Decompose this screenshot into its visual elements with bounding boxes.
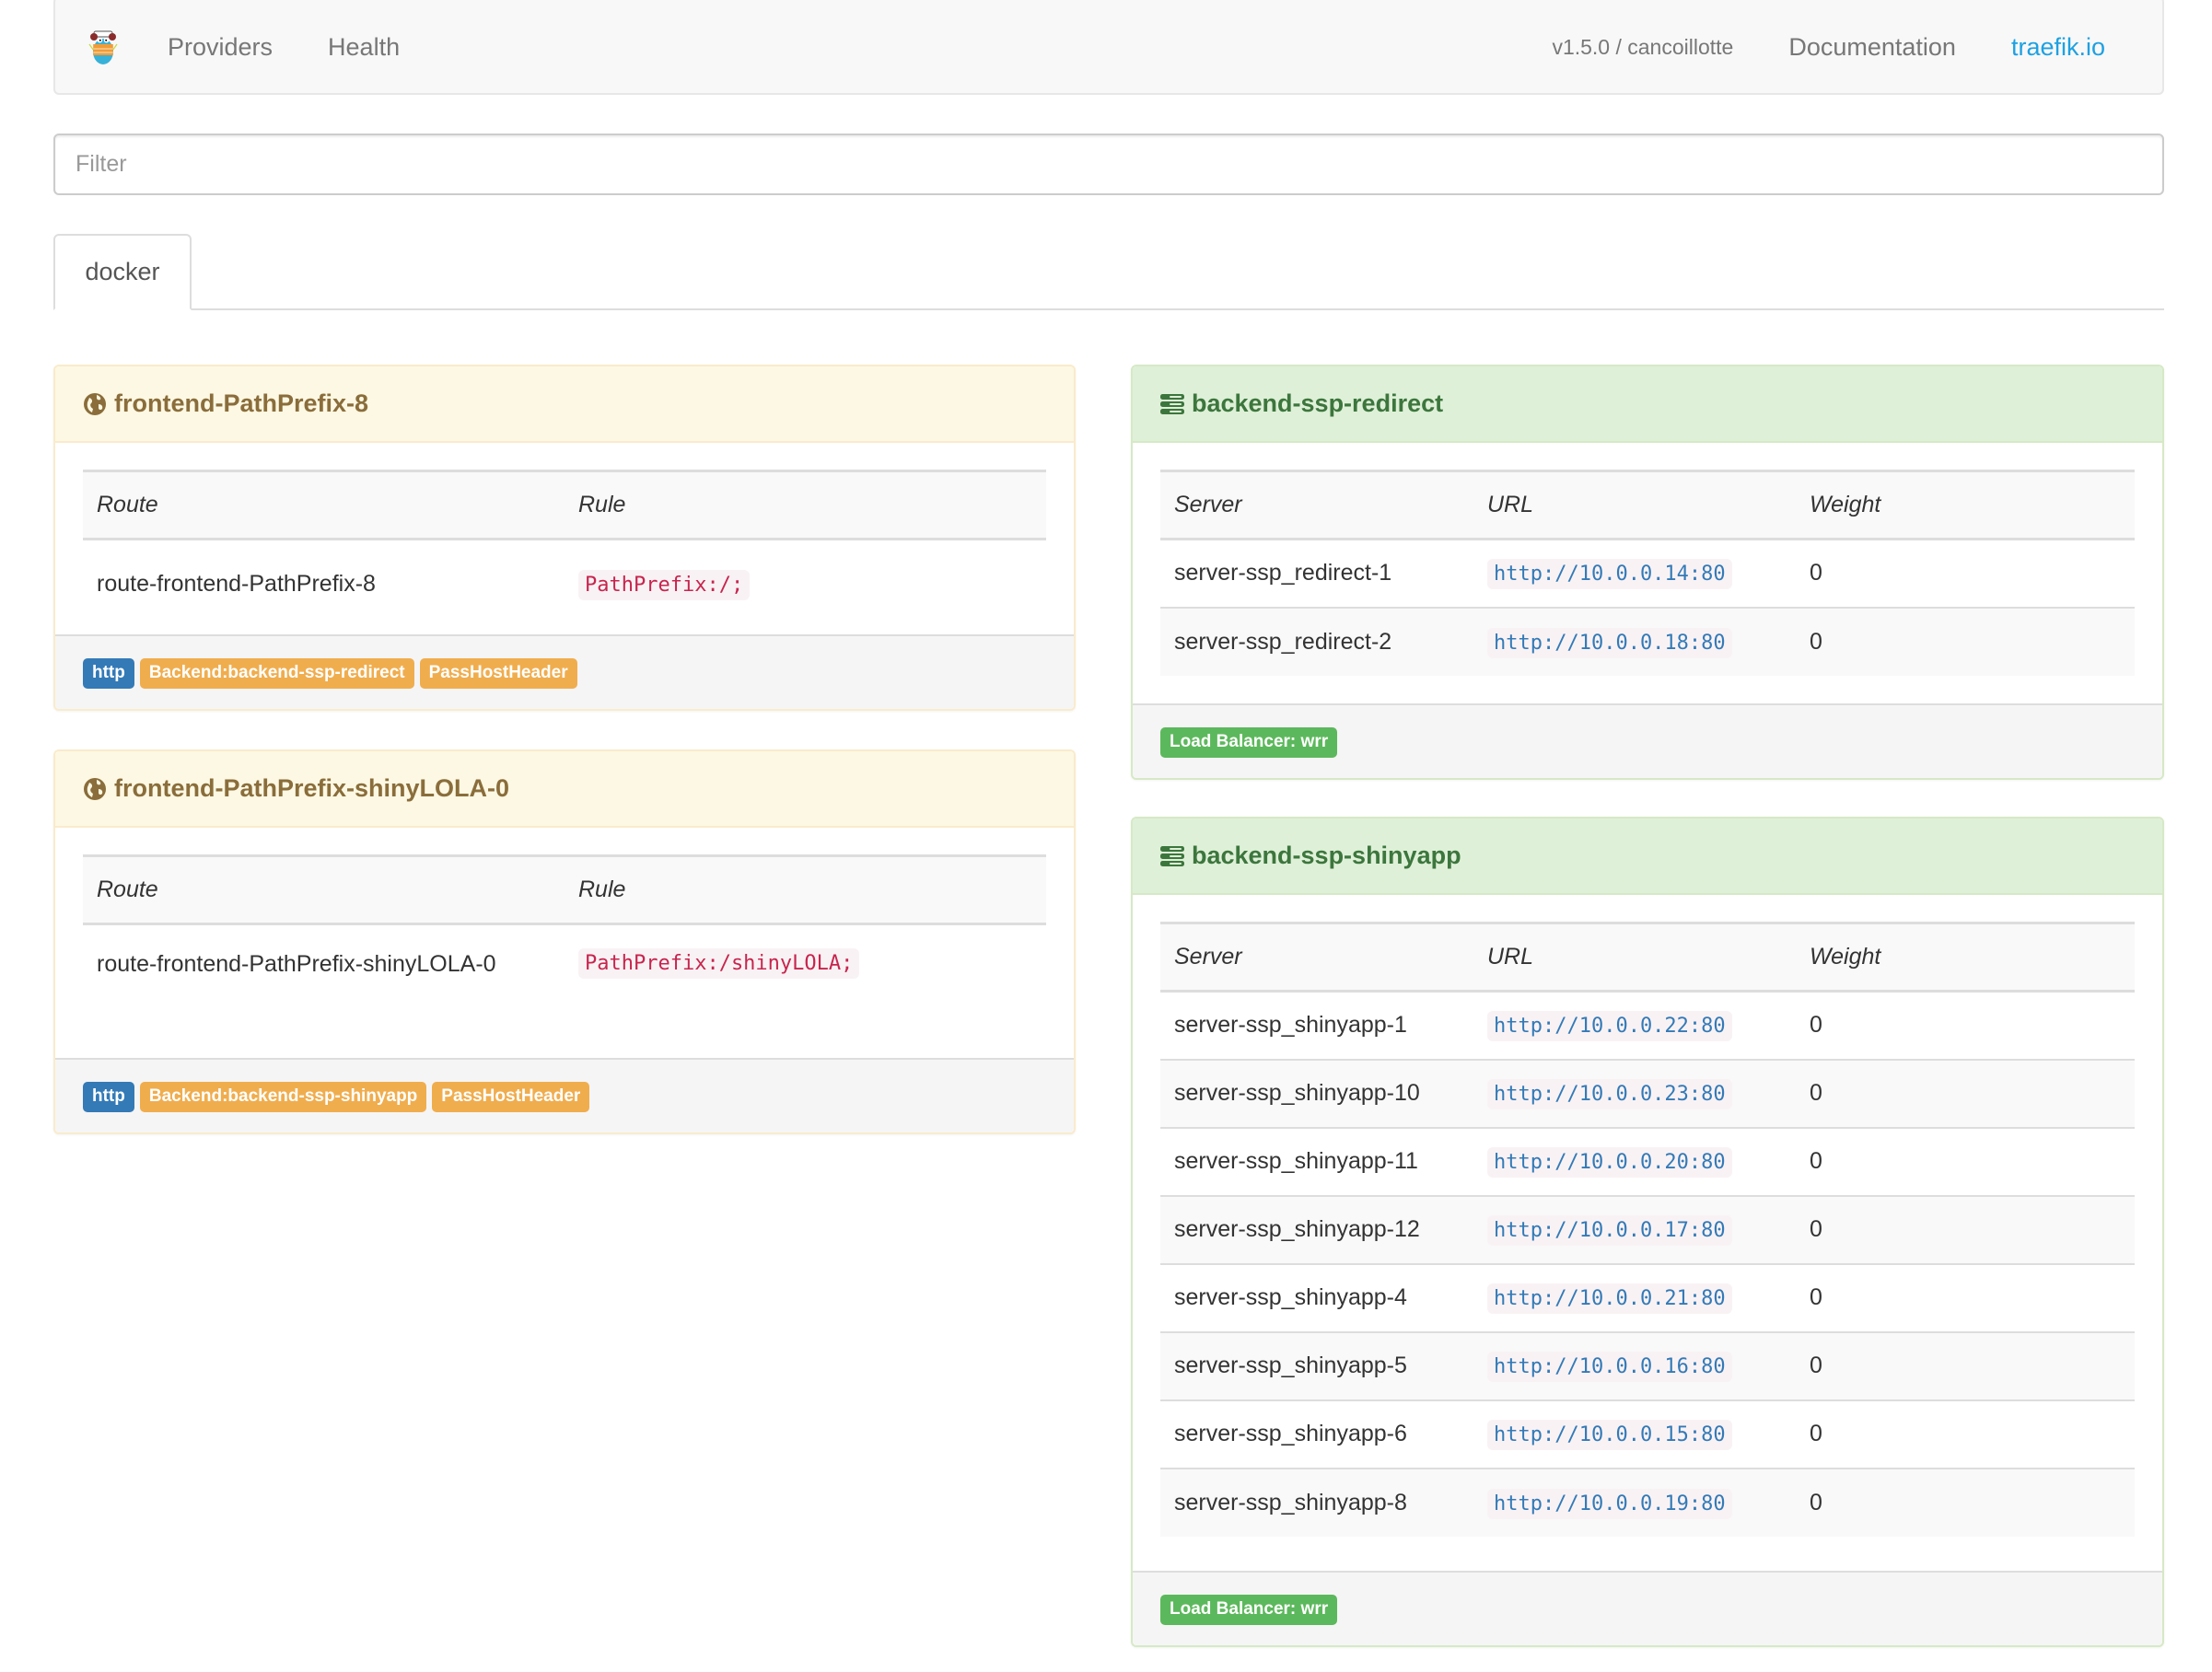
server-name: server-ssp_shinyapp-1: [1174, 1012, 1407, 1039]
server-weight: 0: [1796, 606, 2135, 676]
backend-panel-heading: backend-ssp-shinyapp: [1133, 819, 2162, 895]
server-weight: 0: [1796, 1126, 2135, 1196]
nav-providers-link[interactable]: Providers: [168, 33, 273, 62]
route-cell: route-frontend-PathPrefix-shinyLOLA-0: [97, 951, 496, 977]
server-name: server-ssp_shinyapp-12: [1160, 1194, 1473, 1264]
server-name: server-ssp_redirect-1: [1174, 560, 1392, 586]
server-url: http://10.0.0.22:80: [1487, 1011, 1732, 1042]
column-header-weight: Weight: [1796, 470, 2135, 540]
rule-code: PathPrefix:/shinyLOLA;: [578, 948, 860, 979]
column-header-weight: Weight: [1796, 922, 2135, 993]
version-text: v1.5.0 / cancoillotte: [1552, 35, 1734, 59]
backend-panel: backend-ssp-redirect Server URL Weight s…: [1131, 365, 2164, 780]
frontend-name: frontend-PathPrefix-8: [114, 389, 369, 417]
server-name: server-ssp_shinyapp-5: [1160, 1330, 1473, 1400]
column-header-server: Server: [1160, 922, 1473, 993]
column-header-route: Route: [83, 470, 565, 540]
server-name: server-ssp_redirect-2: [1160, 606, 1473, 676]
filter-input[interactable]: [53, 134, 2164, 195]
frontend-panel-footer: http Backend:backend-ssp-redirect PassHo…: [55, 634, 1074, 709]
column-header-rule: Rule: [565, 470, 1046, 540]
table-row: server-ssp_shinyapp-10 http://10.0.0.23:…: [1160, 1058, 2135, 1128]
traefik-site-link[interactable]: traefik.io: [2011, 33, 2105, 62]
nav-health-link[interactable]: Health: [328, 33, 400, 62]
globe-icon: [83, 777, 107, 801]
backend-panel-heading: backend-ssp-redirect: [1133, 366, 2162, 443]
column-header-server: Server: [1160, 470, 1473, 540]
server-weight: 0: [1796, 1330, 2135, 1400]
server-url: http://10.0.0.19:80: [1487, 1488, 1732, 1519]
badge-backend: Backend:backend-ssp-shinyapp: [139, 1081, 427, 1113]
navbar: Providers Health v1.5.0 / cancoillotte D…: [53, 0, 2164, 95]
badge-backend: Backend:backend-ssp-redirect: [139, 657, 414, 690]
server-weight: 0: [1796, 1194, 2135, 1264]
routes-table: Route Rule route-frontend-PathPrefix-8 P…: [83, 470, 1046, 628]
server-icon: [1160, 392, 1184, 416]
table-row: server-ssp_shinyapp-12 http://10.0.0.17:…: [1160, 1194, 2135, 1264]
table-row: server-ssp_shinyapp-1 http://10.0.0.22:8…: [1160, 992, 2135, 1060]
table-row: server-ssp_shinyapp-6 http://10.0.0.15:8…: [1160, 1399, 2135, 1469]
tab-docker[interactable]: docker: [53, 234, 192, 310]
frontend-panel-heading: frontend-PathPrefix-shinyLOLA-0: [55, 751, 1074, 828]
server-name: server-ssp_shinyapp-6: [1160, 1399, 1473, 1469]
backend-name: backend-ssp-redirect: [1192, 389, 1444, 417]
badge-passhostheader: PassHostHeader: [432, 1081, 590, 1113]
server-name: server-ssp_shinyapp-11: [1160, 1126, 1473, 1196]
servers-table: Server URL Weight server-ssp_shinyapp-1 …: [1160, 922, 2135, 1537]
server-weight: 0: [1810, 1012, 1822, 1039]
servers-table: Server URL Weight server-ssp_redirect-1 …: [1160, 470, 2135, 676]
route-cell: route-frontend-PathPrefix-8: [97, 570, 376, 597]
server-url: http://10.0.0.16:80: [1487, 1352, 1732, 1382]
server-icon: [1160, 844, 1184, 868]
badge-passhostheader: PassHostHeader: [419, 657, 577, 690]
server-name: server-ssp_shinyapp-8: [1160, 1467, 1473, 1537]
traefik-logo-icon[interactable]: [85, 29, 122, 66]
provider-tabs: docker: [53, 234, 2164, 310]
frontend-panel-footer: http Backend:backend-ssp-shinyapp PassHo…: [55, 1058, 1074, 1132]
table-row: server-ssp_shinyapp-11 http://10.0.0.20:…: [1160, 1126, 2135, 1196]
table-row: server-ssp_redirect-2 http://10.0.0.18:8…: [1160, 606, 2135, 676]
routes-table: Route Rule route-frontend-PathPrefix-shi…: [83, 854, 1046, 1051]
badge-entrypoint: http: [83, 657, 134, 690]
globe-icon: [83, 392, 107, 416]
table-row: server-ssp_redirect-1 http://10.0.0.14:8…: [1160, 540, 2135, 608]
server-weight: 0: [1796, 1399, 2135, 1469]
server-url: http://10.0.0.18:80: [1487, 627, 1732, 658]
server-url: http://10.0.0.17:80: [1487, 1215, 1732, 1246]
table-row: route-frontend-PathPrefix-shinyLOLA-0 Pa…: [83, 924, 1046, 1051]
server-weight: 0: [1796, 1467, 2135, 1537]
server-name: server-ssp_shinyapp-10: [1160, 1058, 1473, 1128]
rule-code: PathPrefix:/;: [578, 569, 751, 600]
server-name: server-ssp_shinyapp-4: [1160, 1262, 1473, 1332]
server-weight: 0: [1796, 1262, 2135, 1332]
frontend-panel: frontend-PathPrefix-8 Route Rule route-f…: [53, 365, 1076, 711]
server-url: http://10.0.0.20:80: [1487, 1147, 1732, 1178]
frontend-name: frontend-PathPrefix-shinyLOLA-0: [114, 774, 510, 802]
backend-panel-footer: Load Balancer: wrr: [1133, 703, 2162, 778]
server-weight: 0: [1796, 1058, 2135, 1128]
badge-load-balancer: Load Balancer: wrr: [1160, 726, 1338, 759]
table-row: server-ssp_shinyapp-4 http://10.0.0.21:8…: [1160, 1262, 2135, 1332]
badge-load-balancer: Load Balancer: wrr: [1160, 1594, 1338, 1626]
badge-entrypoint: http: [83, 1081, 134, 1113]
documentation-link[interactable]: Documentation: [1788, 33, 1956, 62]
table-row: server-ssp_shinyapp-5 http://10.0.0.16:8…: [1160, 1330, 2135, 1400]
server-weight: 0: [1810, 560, 1822, 586]
column-header-route: Route: [83, 854, 565, 925]
server-url: http://10.0.0.23:80: [1487, 1079, 1732, 1109]
table-row: server-ssp_shinyapp-8 http://10.0.0.19:8…: [1160, 1467, 2135, 1537]
column-header-rule: Rule: [565, 854, 1046, 925]
server-url: http://10.0.0.21:80: [1487, 1283, 1732, 1314]
frontend-panel: frontend-PathPrefix-shinyLOLA-0 Route Ru…: [53, 749, 1076, 1134]
backend-panel: backend-ssp-shinyapp Server URL Weight s…: [1131, 817, 2164, 1647]
backend-panel-footer: Load Balancer: wrr: [1133, 1571, 2162, 1645]
frontend-panel-heading: frontend-PathPrefix-8: [55, 366, 1074, 443]
server-url: http://10.0.0.14:80: [1487, 559, 1732, 590]
column-header-url: URL: [1473, 922, 1796, 993]
server-url: http://10.0.0.15:80: [1487, 1420, 1732, 1450]
backend-name: backend-ssp-shinyapp: [1192, 842, 1461, 869]
column-header-url: URL: [1473, 470, 1796, 540]
table-row: route-frontend-PathPrefix-8 PathPrefix:/…: [83, 540, 1046, 628]
